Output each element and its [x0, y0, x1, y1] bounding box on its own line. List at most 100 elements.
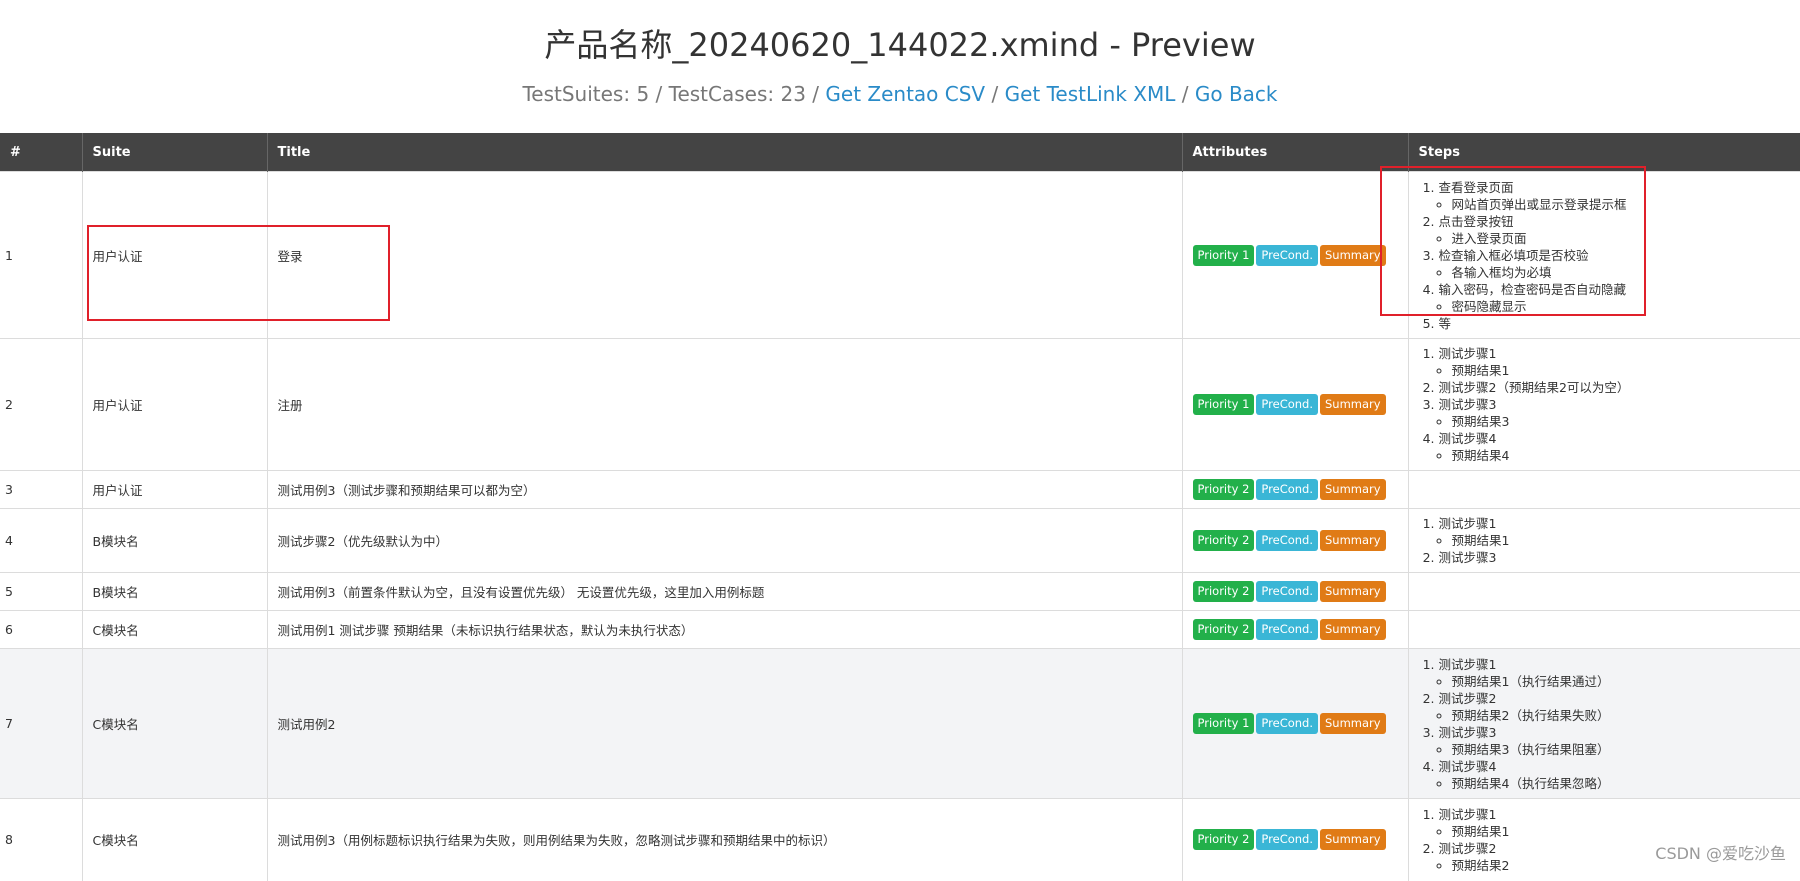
step-item: 测试步骤1预期结果1 — [1439, 345, 1791, 379]
summary-line: TestSuites: 5 / TestCases: 23 / Get Zent… — [0, 82, 1800, 106]
case-title: 测试用例1 测试步骤 预期结果（未标识执行结果状态，默认为未执行状态） — [266, 610, 1182, 649]
steps-list: 测试步骤1预期结果1测试步骤3 — [1419, 515, 1791, 566]
expected-result: 预期结果1 — [1452, 362, 1791, 379]
testlink-xml-link[interactable]: Get TestLink XML — [1005, 82, 1176, 106]
table-row: 7C模块名测试用例2Priority 1PreCond.Summary测试步骤1… — [0, 648, 1800, 799]
priority-badge: Priority 1 — [1192, 394, 1255, 415]
precond-badge[interactable]: PreCond. — [1256, 713, 1318, 734]
precond-badge[interactable]: PreCond. — [1256, 619, 1318, 640]
case-attributes: Priority 2 PreCond. Summary — [1181, 610, 1408, 649]
step-item: 测试步骤4预期结果4 — [1439, 430, 1791, 464]
case-suite: C模块名 — [81, 798, 267, 881]
separator: / — [1181, 82, 1189, 106]
step-text: 测试步骤2 — [1438, 840, 1497, 856]
case-suite: B模块名 — [81, 508, 267, 573]
case-suite: C模块名 — [81, 610, 267, 649]
case-attributes: Priority 2 PreCond. Summary — [1181, 470, 1408, 509]
precond-badge[interactable]: PreCond. — [1256, 581, 1318, 602]
step-item: 等 — [1439, 315, 1791, 332]
priority-badge: Priority 2 — [1192, 479, 1255, 500]
expected-result: 预期结果3 — [1452, 413, 1791, 430]
summary-badge[interactable]: Summary — [1320, 713, 1386, 734]
case-title: 测试用例3（用例标题标识执行结果为失败，则用例结果为失败，忽略测试步骤和预期结果… — [266, 798, 1182, 881]
expected-result: 预期结果1（执行结果通过） — [1452, 673, 1791, 690]
step-text: 测试步骤4 — [1438, 431, 1497, 446]
expected-result: 预期结果1 — [1452, 532, 1791, 549]
case-number: 3 — [0, 470, 82, 509]
step-item: 测试步骤3预期结果3（执行结果阻塞） — [1439, 724, 1791, 758]
step-text: 测试步骤3 — [1438, 397, 1497, 412]
separator: / — [991, 82, 999, 106]
separator: / — [812, 82, 820, 106]
case-attributes: Priority 2 PreCond. Summary — [1181, 508, 1408, 573]
case-suite: B模块名 — [81, 572, 267, 611]
watermark: CSDN @爱吃沙鱼 — [1655, 844, 1786, 863]
priority-badge: Priority 2 — [1192, 530, 1255, 551]
case-title: 登录 — [266, 171, 1182, 339]
case-steps — [1407, 572, 1800, 611]
table-row: 3 用户认证 测试用例3（测试步骤和预期结果可以都为空） Priority 2 PreC… — [0, 470, 1800, 509]
column-header-number: # — [0, 133, 82, 172]
precond-badge[interactable]: PreCond. — [1256, 394, 1318, 415]
page-title: 产品名称_20240620_144022.xmind - Preview — [544, 26, 1256, 64]
case-suite: 用户认证 — [81, 470, 267, 509]
go-back-link[interactable]: Go Back — [1195, 82, 1278, 106]
priority-badge: Priority 2 — [1192, 619, 1255, 640]
case-steps — [1407, 610, 1800, 649]
summary-badge[interactable]: Summary — [1320, 479, 1386, 500]
case-number: 5 — [0, 572, 82, 611]
case-steps: 测试步骤1预期结果1测试步骤2（预期结果2可以为空）测试步骤3预期结果3测试步骤… — [1407, 338, 1800, 471]
expected-result: 预期结果1 — [1452, 823, 1791, 840]
step-item: 测试步骤1预期结果1（执行结果通过） — [1439, 656, 1791, 690]
step-item: 测试步骤1预期结果1 — [1439, 515, 1791, 549]
table-row: 4 B模块名 测试步骤2（优先级默认为中） Priority 2 PreCond. Sum… — [0, 508, 1800, 573]
case-attributes: Priority 2 PreCond. Summary — [1181, 798, 1408, 881]
step-item: 测试步骤2预期结果2（执行结果失败） — [1439, 690, 1791, 724]
precond-badge[interactable]: PreCond. — [1256, 244, 1318, 266]
case-title: 注册 — [266, 338, 1182, 471]
summary-badge[interactable]: Summary — [1320, 829, 1386, 851]
step-item: 测试步骤1预期结果1 — [1439, 806, 1791, 840]
priority-badge: Priority 1 — [1192, 713, 1255, 734]
precond-badge[interactable]: PreCond. — [1256, 479, 1318, 500]
case-steps: 测试步骤1预期结果1测试步骤3 — [1407, 508, 1800, 573]
case-title: 测试用例2 — [266, 648, 1182, 799]
column-header-title: Title — [266, 133, 1182, 172]
step-item: 测试步骤4预期结果4（执行结果忽略） — [1439, 758, 1791, 792]
column-header-attributes: Attributes — [1181, 133, 1408, 172]
step-text: 测试步骤3 — [1438, 724, 1497, 740]
step-text: 测试步骤2 — [1438, 690, 1497, 706]
summary-badge[interactable]: Summary — [1320, 394, 1386, 415]
table-row: 5 B模块名 测试用例3（前置条件默认为空，且没有设置优先级） 无设置优先级，这里加… — [0, 572, 1800, 611]
summary-badge[interactable]: Summary — [1320, 581, 1386, 602]
precond-badge[interactable]: PreCond. — [1256, 530, 1318, 551]
steps-list: 测试步骤1预期结果1（执行结果通过）测试步骤2预期结果2（执行结果失败）测试步骤… — [1419, 656, 1791, 792]
step-item: 测试步骤3 — [1439, 549, 1791, 566]
step-text: 等 — [1438, 315, 1452, 331]
steps-list: 测试步骤1预期结果1测试步骤2（预期结果2可以为空）测试步骤3预期结果3测试步骤… — [1419, 345, 1791, 464]
step-item: 测试步骤3预期结果3 — [1439, 396, 1791, 430]
precond-badge[interactable]: PreCond. — [1256, 829, 1318, 851]
case-attributes: Priority 1 PreCond. Summary — [1181, 648, 1408, 799]
summary-badge[interactable]: Summary — [1320, 244, 1386, 266]
summary-badge[interactable]: Summary — [1320, 530, 1386, 551]
case-number: 7 — [0, 648, 82, 799]
expected-result: 预期结果3（执行结果阻塞） — [1452, 741, 1791, 758]
step-text: 测试步骤2（预期结果2可以为空） — [1438, 380, 1630, 395]
case-number: 1 — [0, 171, 82, 339]
case-number: 2 — [0, 338, 82, 471]
zentao-csv-link[interactable]: Get Zentao CSV — [825, 82, 985, 106]
case-attributes: Priority 1 PreCond. Summary — [1181, 171, 1408, 339]
step-item: 测试步骤2（预期结果2可以为空） — [1439, 379, 1791, 396]
step-text: 测试步骤1 — [1438, 516, 1497, 531]
case-title: 测试步骤2（优先级默认为中） — [266, 508, 1182, 573]
case-steps — [1407, 470, 1800, 509]
summary-badge[interactable]: Summary — [1320, 619, 1386, 640]
step-text: 测试步骤1 — [1438, 806, 1497, 822]
case-title: 测试用例3（前置条件默认为空，且没有设置优先级） 无设置优先级，这里加入用例标题 — [266, 572, 1182, 611]
expected-result: 预期结果4 — [1452, 447, 1791, 464]
case-steps: 测试步骤1预期结果1（执行结果通过）测试步骤2预期结果2（执行结果失败）测试步骤… — [1407, 648, 1800, 799]
expected-result: 预期结果2（执行结果失败） — [1452, 707, 1791, 724]
case-number: 8 — [0, 798, 82, 881]
case-attributes: Priority 1 PreCond. Summary — [1181, 338, 1408, 471]
